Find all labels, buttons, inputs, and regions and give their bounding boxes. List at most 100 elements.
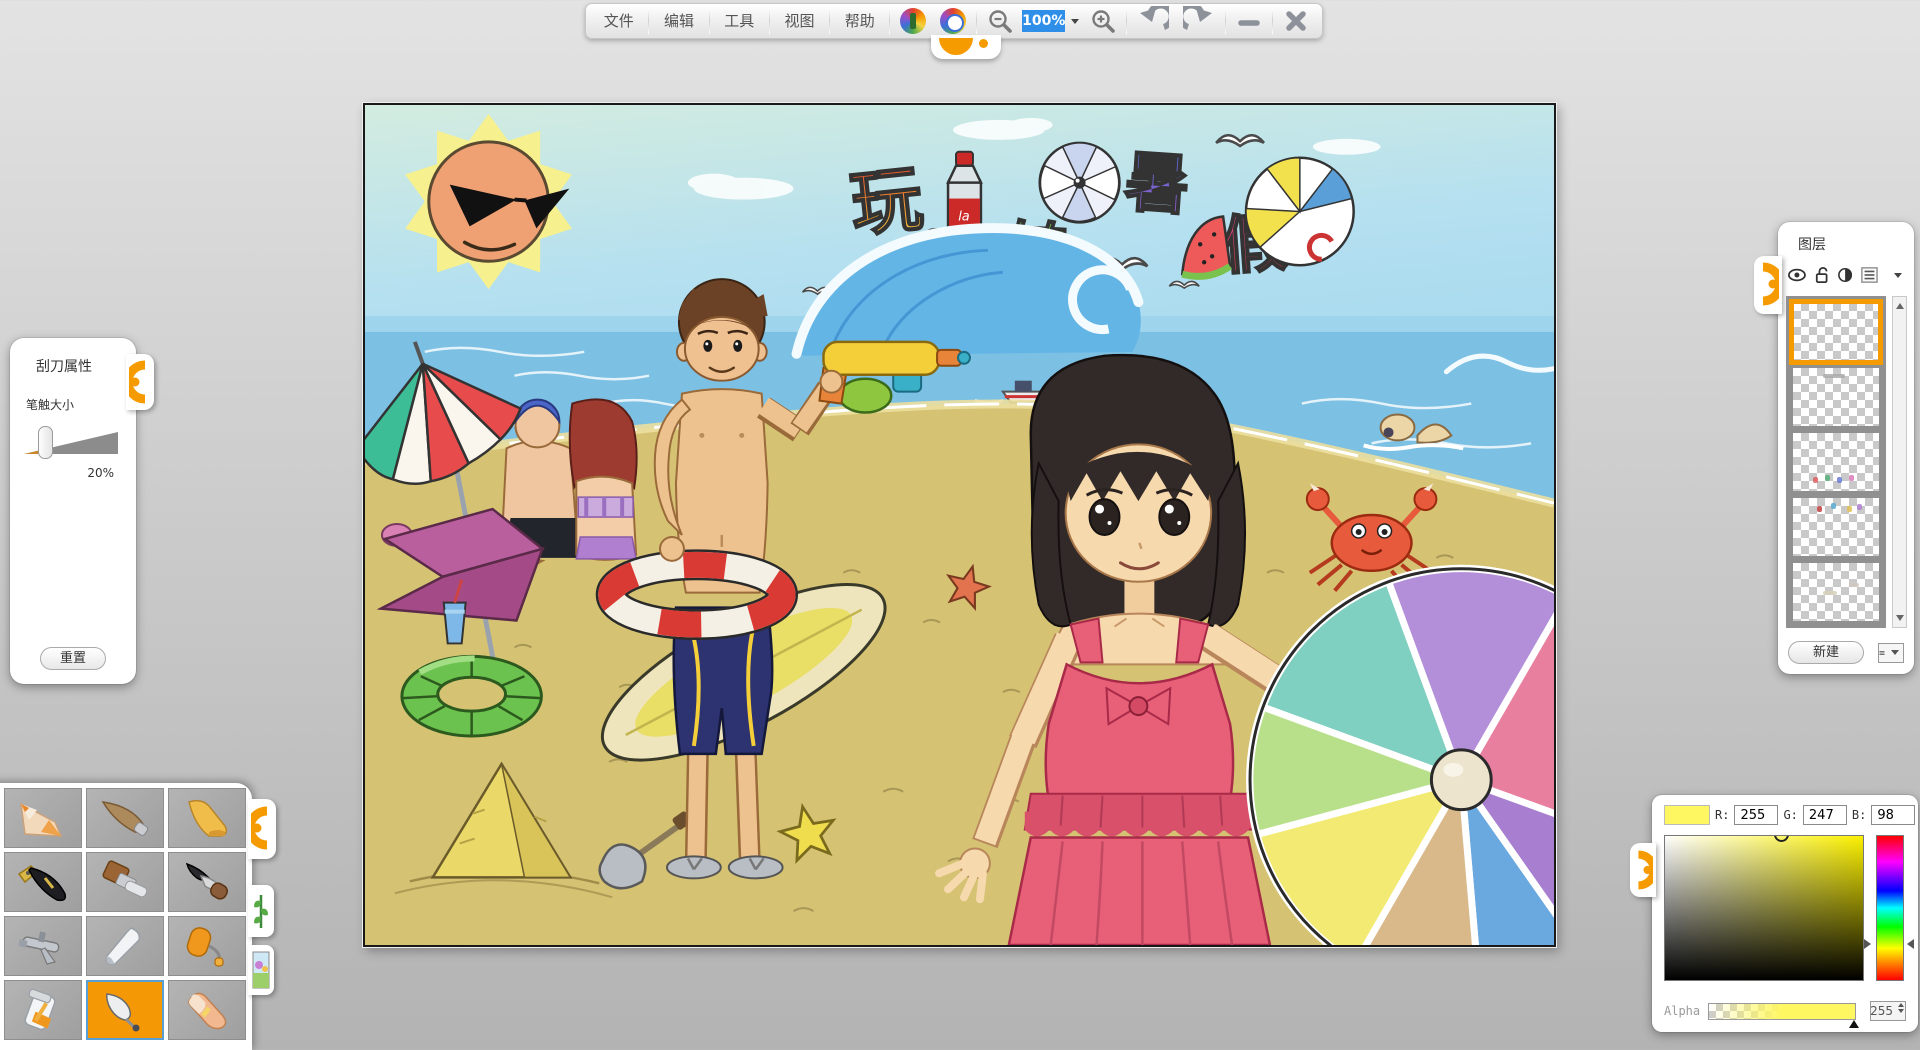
spin-up-arrow[interactable] [1898, 1003, 1904, 1007]
alpha-value: 255 [1870, 1004, 1893, 1018]
layer-scrollbar[interactable] [1892, 296, 1907, 628]
hue-marker-right[interactable] [1907, 939, 1914, 949]
tool-airbrush[interactable] [4, 916, 82, 976]
alpha-marker[interactable] [1849, 1020, 1859, 1028]
green-swim-ring [402, 656, 542, 736]
current-color-swatch[interactable] [1664, 805, 1710, 825]
toolbar: 文件 编辑 工具 视图 帮助 100% [585, 3, 1323, 39]
menu-view[interactable]: 视图 [773, 7, 826, 35]
rainbow-palette-icon [900, 8, 926, 34]
tool-crayon[interactable] [168, 788, 246, 848]
layer-item-4[interactable] [1793, 498, 1879, 556]
tool-paint-roller[interactable] [168, 916, 246, 976]
zoom-out-button[interactable] [980, 6, 1020, 36]
color-picker-panel: R: G: B: Alpha 255 [1652, 795, 1918, 1032]
zoom-dropdown-caret[interactable] [1071, 19, 1079, 24]
layer-menu-button[interactable] [1878, 643, 1904, 663]
alpha-slider[interactable] [1708, 1003, 1856, 1020]
zoom-in-button[interactable] [1083, 6, 1123, 36]
brush-size-slider[interactable] [24, 428, 118, 458]
layers-panel-title: 图层 [1778, 222, 1914, 254]
menu-edit[interactable]: 编辑 [652, 7, 705, 35]
tool-eraser[interactable] [168, 980, 246, 1040]
minimize-icon [1236, 8, 1262, 34]
tool-paint-tube[interactable] [86, 916, 164, 976]
svg-text:暑: 暑 [1122, 143, 1193, 224]
separator [829, 8, 830, 34]
picture-stamps-tab[interactable] [248, 945, 274, 995]
pencil-icon [15, 796, 71, 840]
title-beach-ball [1246, 158, 1354, 265]
opacity-icon[interactable] [1838, 267, 1852, 283]
g-input[interactable] [1803, 805, 1847, 825]
blend-mode-list-icon[interactable] [1861, 266, 1881, 284]
plant-stamps-tab[interactable] [248, 885, 274, 937]
undo-button[interactable] [1130, 6, 1176, 36]
tool-paint-jar[interactable] [4, 980, 82, 1040]
tool-pencil[interactable] [4, 788, 82, 848]
menu-file[interactable]: 文件 [592, 7, 645, 35]
scroll-up-arrow[interactable] [1896, 303, 1904, 309]
b-input[interactable] [1871, 805, 1915, 825]
menu-help[interactable]: 帮助 [833, 7, 886, 35]
tool-palette-knife[interactable] [86, 980, 164, 1040]
ink-brush-icon [179, 860, 235, 904]
paint-roller-icon [179, 924, 235, 968]
eraser-icon [179, 988, 235, 1032]
hue-marker-left[interactable] [1864, 939, 1871, 949]
layer-item-3[interactable] [1793, 433, 1879, 491]
minimize-button[interactable] [1229, 6, 1269, 36]
menu-lines-icon [1879, 648, 1885, 658]
tool-palette-tab[interactable] [248, 799, 276, 859]
separator [709, 8, 710, 34]
tool-fountain-pen[interactable] [4, 852, 82, 912]
alpha-row: Alpha 255 [1664, 1001, 1906, 1021]
visibility-eye-icon[interactable] [1788, 267, 1806, 283]
slider-thumb[interactable] [38, 426, 53, 459]
tool-flat-brush[interactable] [86, 852, 164, 912]
layer-item-2[interactable] [1793, 368, 1879, 426]
sv-marker[interactable] [1774, 835, 1789, 842]
layer-toolbar [1788, 264, 1906, 286]
separator [769, 8, 770, 34]
orange-dot-icon [979, 39, 988, 48]
tool-grid [4, 788, 247, 1040]
scraper-panel-tab[interactable] [126, 354, 154, 410]
fountain-pen-icon [15, 860, 71, 904]
layer-menu-caret [1891, 650, 1899, 655]
palette-toggle-button[interactable] [893, 6, 933, 36]
color-wheel-button[interactable] [933, 6, 973, 36]
close-button[interactable] [1276, 6, 1316, 36]
layer-item-5[interactable] [1793, 563, 1879, 621]
separator [1225, 8, 1226, 34]
saturation-value-field[interactable] [1664, 835, 1864, 981]
new-layer-button[interactable]: 新建 [1788, 641, 1864, 664]
undo-icon [1137, 6, 1169, 36]
wood-pencil-icon [97, 796, 153, 840]
redo-button[interactable] [1176, 6, 1222, 36]
drawing-canvas[interactable]: 玩 转 暑 假 la [363, 103, 1556, 947]
blend-mode-caret[interactable] [1894, 273, 1902, 278]
zoom-level-value[interactable]: 100% [1022, 10, 1065, 32]
tool-ink-brush[interactable] [168, 852, 246, 912]
toolbar-drawer-tab[interactable] [931, 35, 1001, 59]
tool-wood-pencil[interactable] [86, 788, 164, 848]
alpha-spinner[interactable]: 255 [1870, 1001, 1906, 1021]
r-input[interactable] [1734, 805, 1778, 825]
scroll-down-arrow[interactable] [1896, 615, 1904, 621]
color-panel-tab[interactable] [1630, 843, 1656, 897]
spin-down-arrow[interactable] [1898, 1009, 1904, 1013]
separator [976, 8, 977, 34]
zoom-in-icon [1090, 8, 1116, 34]
close-icon [1283, 8, 1309, 34]
crayon-icon [179, 796, 235, 840]
layers-panel-tab[interactable] [1754, 256, 1782, 314]
orange-handle-icon [129, 360, 151, 404]
lock-icon[interactable] [1815, 266, 1829, 284]
hue-slider[interactable] [1876, 835, 1904, 981]
layer-item-1[interactable] [1793, 303, 1879, 361]
reset-button[interactable]: 重置 [40, 647, 106, 670]
menu-tools[interactable]: 工具 [713, 7, 766, 35]
paint-app-window: { "toolbar": { "menus": ["文件", "编辑", "工具… [0, 0, 1920, 1050]
beach-scene-artwork: 玩 转 暑 假 la [365, 105, 1554, 945]
